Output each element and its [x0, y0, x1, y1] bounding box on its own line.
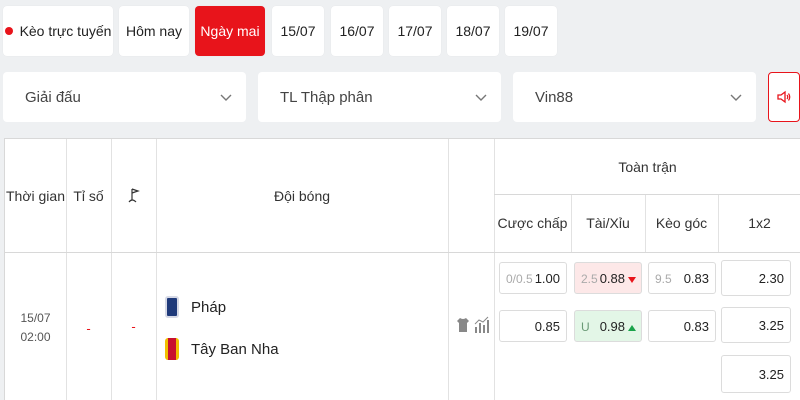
- tab-today[interactable]: Hôm nay: [119, 6, 189, 56]
- handicap-line: 0/0.5: [506, 272, 533, 286]
- home-team: Pháp: [165, 296, 226, 318]
- tab-date-2[interactable]: 16/07: [331, 6, 383, 56]
- header-1x2: 1x2: [748, 215, 771, 231]
- odd-value: 0.83: [683, 271, 709, 286]
- tab-date-4[interactable]: 18/07: [447, 6, 499, 56]
- odd-value: 2.30: [758, 271, 784, 286]
- arrow-up-icon: [628, 324, 636, 331]
- bookmaker-select[interactable]: Vin88: [513, 72, 756, 122]
- match-score: -: [86, 321, 91, 336]
- odd-value: 3.25: [758, 318, 784, 333]
- odds-format-select[interactable]: TL Thập phân: [258, 72, 501, 122]
- header-handicap: Cược chấp: [497, 215, 568, 231]
- corner-flag-icon: [128, 187, 140, 202]
- tab-label: Hôm nay: [125, 23, 183, 39]
- speaker-icon: [777, 90, 791, 104]
- league-select[interactable]: Giải đấu: [3, 72, 246, 122]
- odd-value: 0.88: [599, 271, 625, 286]
- bookmaker-value: Vin88: [535, 88, 574, 106]
- odd-value-with-arrow: 0.98: [600, 319, 636, 334]
- chevron-down-icon: [475, 94, 487, 101]
- odds-table: Thời gian Tỉ số Đội bóng Toàn trận Cược …: [4, 138, 800, 400]
- tab-label: Ngày mai: [200, 23, 260, 39]
- spain-flag-icon: [165, 338, 179, 360]
- tab-label: 15/07: [280, 23, 316, 39]
- over-under-line: 2.5: [581, 272, 598, 286]
- 1x2-draw-odd[interactable]: 3.25: [721, 307, 791, 343]
- league-select-value: Giải đấu: [25, 88, 81, 106]
- tab-label: 16/07: [339, 23, 375, 39]
- under-odd[interactable]: U 0.98: [574, 310, 642, 342]
- statistics-icon[interactable]: [474, 316, 490, 334]
- corner-over-odd[interactable]: 9.5 0.83: [648, 262, 716, 294]
- odd-value: 1.00: [534, 271, 560, 286]
- match-time: 02:00: [20, 330, 51, 344]
- handicap-away-odd[interactable]: 0.85: [499, 310, 567, 342]
- header-team: Đội bóng: [273, 187, 331, 204]
- header-time: Thời gian: [6, 187, 65, 204]
- header-corner: [111, 139, 156, 252]
- arrow-down-icon: [628, 276, 636, 283]
- over-odd[interactable]: 2.5 0.88: [574, 262, 642, 294]
- 1x2-home-odd[interactable]: 2.30: [721, 260, 791, 296]
- corner-under-odd[interactable]: 0.83: [648, 310, 716, 342]
- tab-label: 17/07: [397, 23, 433, 39]
- odd-value-with-arrow: 0.88: [600, 271, 636, 286]
- odds-format-value: TL Thập phân: [280, 88, 373, 106]
- sound-toggle-button[interactable]: [768, 72, 800, 122]
- 1x2-away-odd[interactable]: 3.25: [721, 355, 791, 393]
- odd-value: 0.85: [534, 319, 560, 334]
- tab-date-3[interactable]: 17/07: [389, 6, 441, 56]
- lineup-shirt-icon[interactable]: [456, 317, 470, 333]
- tab-label: 18/07: [455, 23, 491, 39]
- header-over-under: Tài/Xỉu: [586, 215, 630, 231]
- odd-value: 3.25: [758, 367, 784, 382]
- header-corners: Kèo góc: [655, 215, 708, 231]
- under-label: U: [581, 320, 590, 334]
- away-team-name: Tây Ban Nha: [191, 340, 279, 358]
- match-date: 15/07: [20, 311, 51, 325]
- away-team: Tây Ban Nha: [165, 338, 279, 360]
- tab-label: 19/07: [513, 23, 549, 39]
- header-full-match: Toàn trận: [618, 158, 677, 175]
- tab-tomorrow[interactable]: Ngày mai: [195, 6, 265, 56]
- tab-date-5[interactable]: 19/07: [505, 6, 557, 56]
- tab-label: Kèo trực tuyến: [19, 23, 112, 39]
- tab-live[interactable]: Kèo trực tuyến: [3, 6, 113, 56]
- home-team-name: Pháp: [191, 298, 227, 316]
- france-flag-icon: [165, 296, 179, 318]
- handicap-home-odd[interactable]: 0/0.5 1.00: [499, 262, 567, 294]
- live-dot-icon: [4, 27, 13, 35]
- tab-date-1[interactable]: 15/07: [272, 6, 324, 56]
- corner-score: -: [131, 319, 136, 334]
- header-score: Tỉ số: [73, 187, 104, 204]
- chevron-down-icon: [220, 94, 232, 101]
- corner-line: 9.5: [655, 272, 672, 286]
- odd-value: 0.83: [683, 319, 709, 334]
- odd-value: 0.98: [599, 319, 625, 334]
- chevron-down-icon: [730, 94, 742, 101]
